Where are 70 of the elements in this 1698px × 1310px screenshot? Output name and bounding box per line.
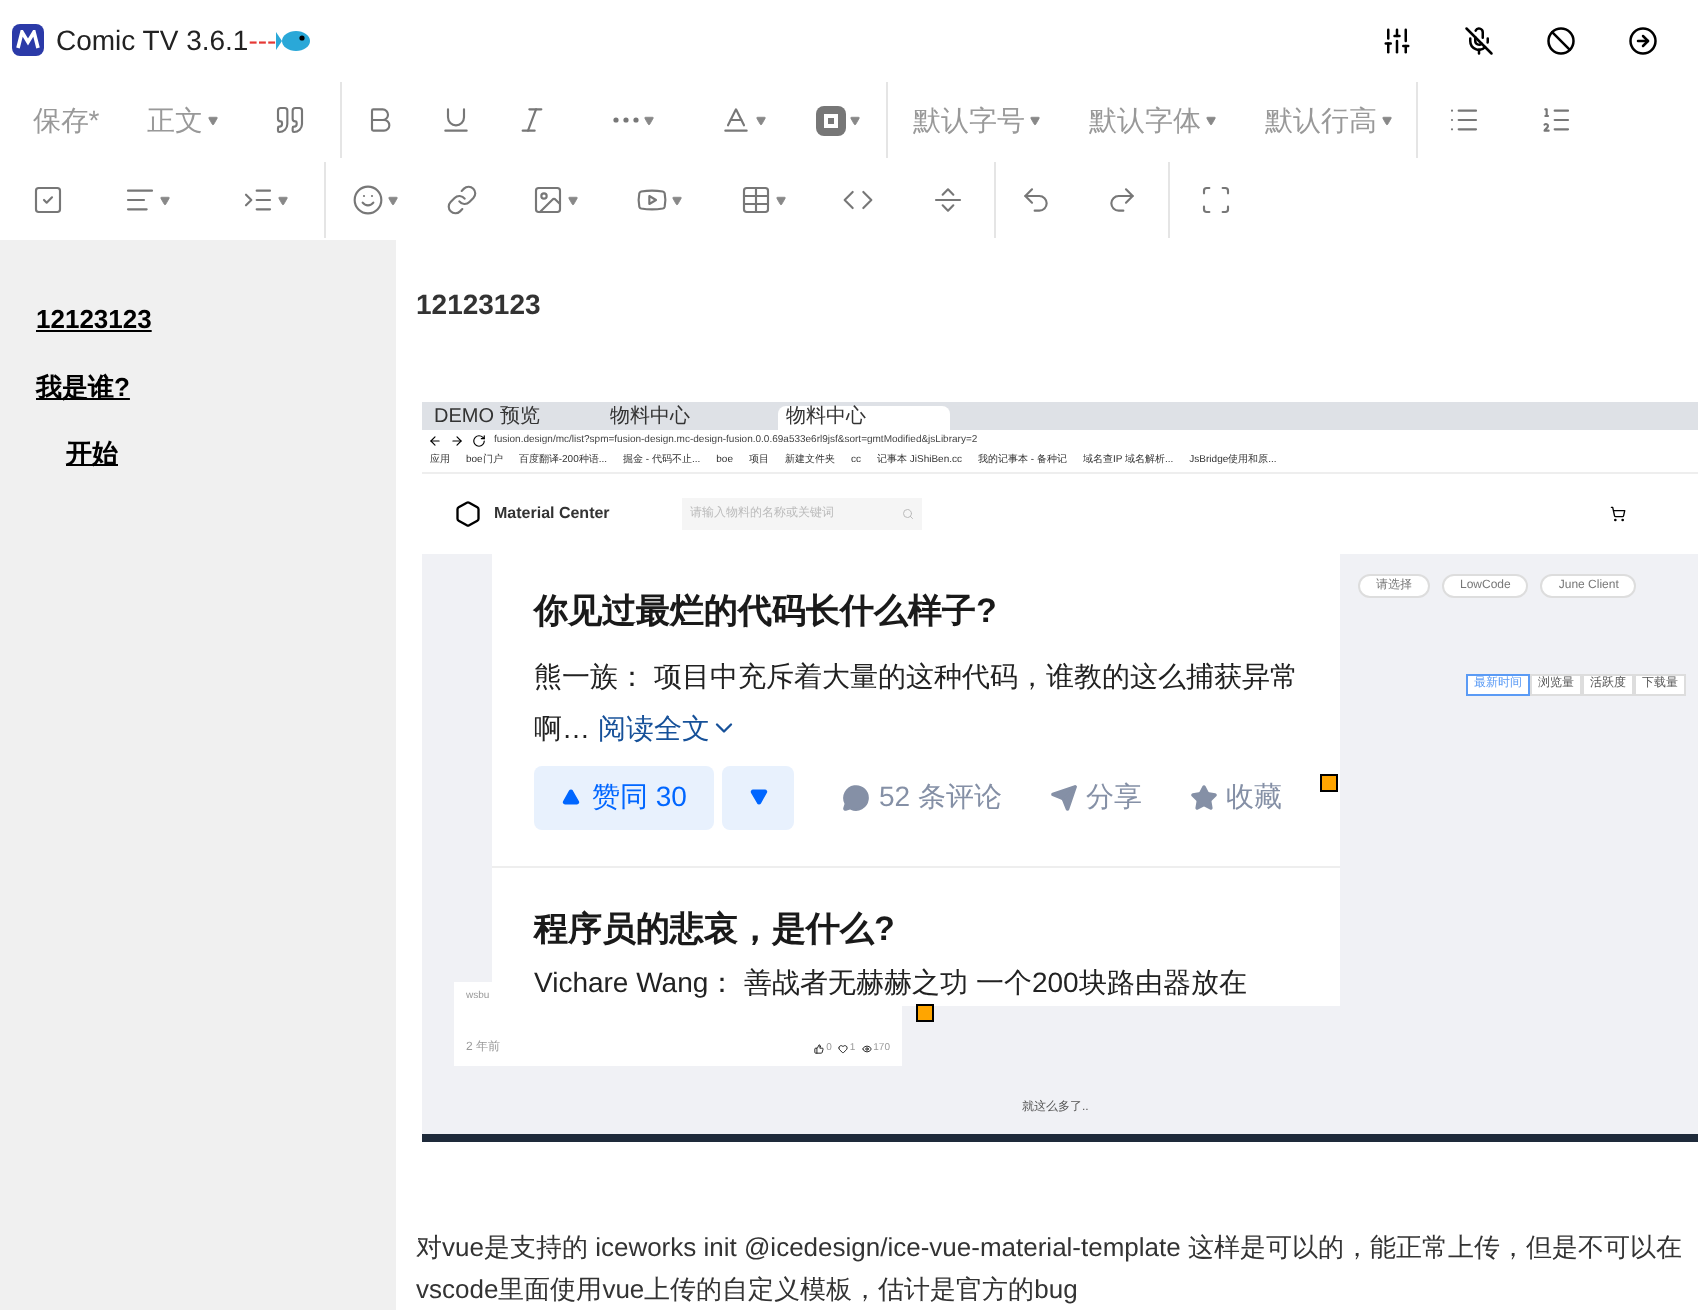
document-heading: 12123123 [416,286,541,324]
italic-icon [516,104,548,136]
caret-icon [1381,115,1391,125]
search-icon [901,508,914,520]
exit-icon[interactable] [1628,25,1658,55]
image-icon [531,184,563,216]
browser-tab[interactable]: 物料中心 [778,406,950,430]
star-icon [1189,783,1218,811]
reload-icon[interactable] [472,433,486,447]
equalizer-icon[interactable] [1382,25,1412,55]
share-icon [1049,783,1078,811]
caret-icon [159,195,169,205]
caret-icon [671,195,681,205]
up-triangle-icon [562,788,580,806]
resize-handle[interactable] [916,1004,934,1022]
highlight-icon [816,105,846,135]
document-paragraph: 对vue是支持的 iceworks init @icedesign/ice-vue-material-template 这样是可以的，能正常上传，但是不可以在vscode里面使用vue上传的自定义模板，估计是官方的bug [416,1230,1684,1308]
resize-handle[interactable] [1320,774,1338,792]
back-icon[interactable] [428,433,442,447]
answer-excerpt: Vichare Wang： 善战者无赫赫之功 一个200块路由器放在 [534,964,1249,1002]
caret-icon [775,195,785,205]
caret-icon [567,195,577,205]
caret-icon [755,115,765,125]
fish-icon [276,27,313,53]
divider-icon [932,184,964,216]
caret-icon [850,115,860,125]
forward-icon[interactable] [450,433,464,447]
site-name: Material Center [494,502,610,526]
app-logo-icon [12,24,44,56]
caret-icon [277,195,287,205]
answer-title[interactable]: 你见过最烂的代码长什么样子? [534,586,1298,637]
table-icon [739,184,771,216]
caret-icon [643,115,653,125]
quote-icon [274,104,306,136]
indent-icon [241,184,273,216]
ordered-list-icon [1540,104,1572,136]
downvote-button[interactable] [722,765,795,829]
redo-icon [1106,184,1138,216]
like-icon [814,1044,825,1054]
caret-icon [1205,115,1215,125]
title-suffix: --- [248,21,277,59]
underline-icon [440,104,472,136]
mic-off-icon[interactable] [1464,25,1494,55]
checkbox-icon [32,184,64,216]
more-icon [611,116,639,124]
video-icon [635,184,667,216]
read-more-link[interactable]: 阅读全文 [597,701,738,753]
block-icon[interactable] [1546,25,1576,55]
down-triangle-icon [749,788,768,806]
fullscreen-icon [1200,184,1232,216]
comment-icon [842,783,871,811]
heart-icon [837,1044,848,1054]
answer-excerpt: 熊一族： 项目中充斥着大量的这种代码，谁教的这么捕获异常啊… 阅读全文 [534,649,1298,753]
cart-icon[interactable] [1610,506,1626,522]
caret-icon [207,115,217,125]
upvote-button[interactable]: 赞同 30 [534,765,715,829]
answer-title[interactable]: 程序员的悲哀，是什么? [534,903,1298,954]
eye-icon [861,1044,872,1054]
undo-icon [1020,184,1052,216]
align-icon [123,184,155,216]
caret-icon [1029,115,1039,125]
outline-item[interactable]: 我是谁? [36,367,130,406]
site-logo-icon [454,500,482,528]
font-color-icon [719,104,751,136]
caret-icon [387,195,397,205]
emoji-icon [351,184,383,216]
link-icon [446,184,478,216]
outline-item[interactable]: 开始 [66,434,118,473]
window-title: Comic TV 3.6.1 [56,21,249,59]
outline-item[interactable]: 12123123 [36,300,152,339]
